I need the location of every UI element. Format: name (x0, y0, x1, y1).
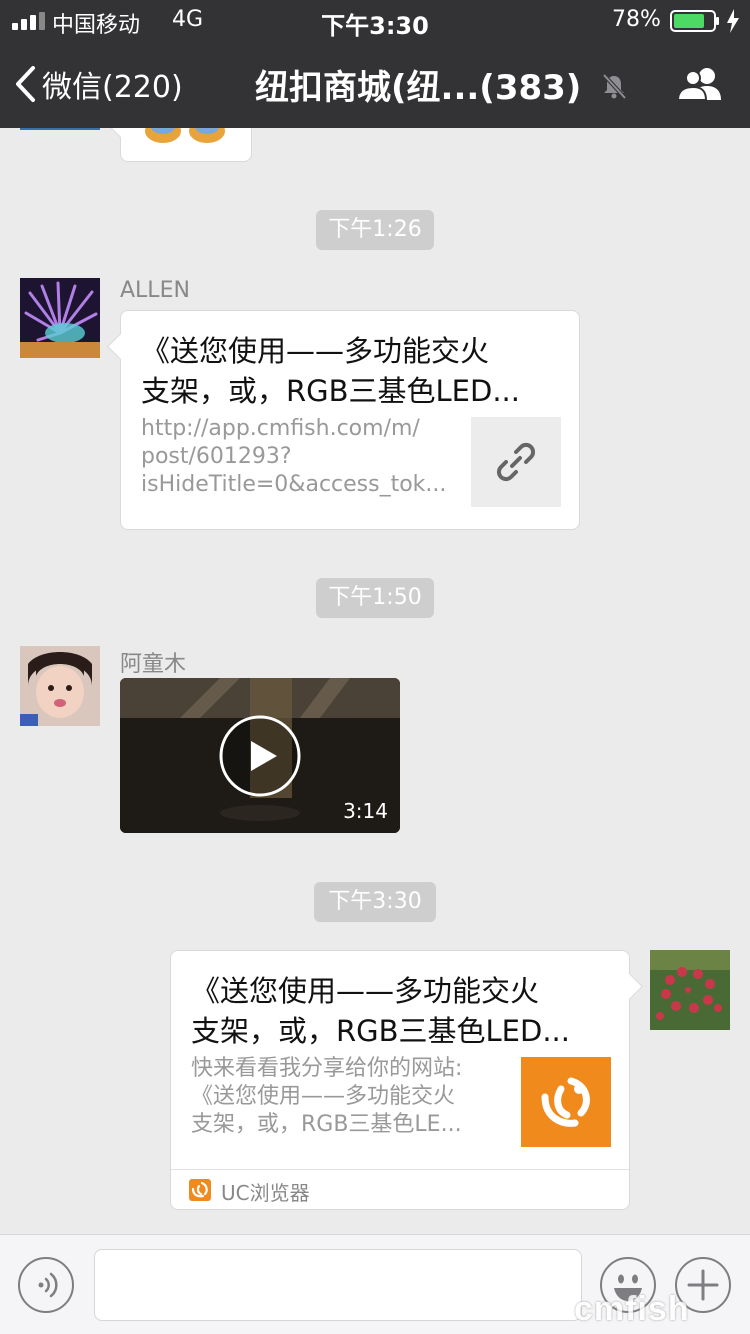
battery-icon (670, 10, 719, 32)
link-source-label: UC浏览器 (221, 1181, 310, 1205)
link-card-message[interactable]: 《送您使用——多功能交火 支架，或，RGB三基色LED... http://ap… (120, 310, 580, 530)
link-source-footer: UC浏览器 (171, 1169, 629, 1209)
back-button[interactable]: 微信(220) (14, 62, 183, 106)
avatar[interactable] (20, 278, 100, 358)
link-description-line: post/601293? (141, 444, 292, 469)
link-description-line: 快来看看我分享给你的网站: (191, 1056, 463, 1081)
previous-message-bubble[interactable] (120, 128, 252, 162)
shared-link-message[interactable]: 《送您使用——多功能交火 支架，或，RGB三基色LED... 快来看看我分享给你… (170, 950, 630, 1210)
link-icon (496, 442, 536, 482)
timestamp: 下午3:30 (314, 882, 436, 922)
video-duration: 3:14 (343, 799, 388, 823)
sender-name: ALLEN (120, 278, 190, 303)
link-description-line: 《送您使用——多功能交火 (191, 1084, 456, 1109)
link-title-line: 《送您使用——多功能交火 (141, 334, 490, 368)
link-title-line: 《送您使用——多功能交火 (191, 974, 540, 1008)
link-description-line: http://app.cmfish.com/m/ (141, 416, 420, 441)
battery-percentage: 78% (612, 7, 661, 32)
group-members-icon[interactable] (676, 66, 724, 102)
voice-icon (38, 1272, 58, 1298)
back-label: 微信(220) (42, 70, 183, 105)
sender-name: 阿童木 (120, 652, 187, 677)
nav-bar: 微信(220) 纽扣商城(纽...(383) (0, 40, 750, 128)
watermark: cmfish (574, 1290, 690, 1328)
chat-title: 纽扣商城(纽...(383) (255, 68, 582, 108)
link-thumbnail (471, 417, 561, 507)
link-title-line: 支架，或，RGB三基色LED... (191, 1014, 570, 1048)
timestamp: 下午1:26 (316, 210, 434, 250)
chevron-left-icon (16, 66, 35, 102)
child-avatar-image (20, 646, 100, 726)
flower-avatar-image (650, 950, 730, 1030)
uc-browser-logo-icon (541, 1077, 590, 1127)
link-description-line: isHideTitle=0&access_tok... (141, 472, 447, 497)
coral-avatar-image (20, 278, 100, 358)
play-icon[interactable] (219, 715, 301, 797)
avatar[interactable] (20, 646, 100, 726)
header: 中国移动 4G 下午3:30 78% 微信(220) 纽扣商城(纽...(383… (0, 0, 750, 128)
avatar[interactable] (20, 128, 100, 130)
mute-bell-icon (602, 73, 627, 100)
charging-icon (727, 9, 739, 33)
chat-area[interactable]: 下午1:26 ALLEN 《送您使用——多功能交火 支架，或，RGB三基色LED… (0, 128, 750, 1234)
uc-browser-thumbnail (521, 1057, 611, 1147)
link-title-line: 支架，或，RGB三基色LED... (141, 374, 520, 408)
message-input[interactable] (94, 1249, 582, 1321)
timestamp: 下午1:50 (316, 578, 434, 618)
status-bar: 中国移动 4G 下午3:30 78% (0, 0, 750, 40)
emoji-icon (145, 128, 225, 143)
my-avatar[interactable] (650, 950, 730, 1030)
video-message[interactable]: 3:14 (120, 678, 400, 833)
uc-browser-icon (189, 1179, 211, 1201)
voice-input-button[interactable] (18, 1257, 74, 1313)
link-description-line: 支架，或，RGB三基色LE... (191, 1112, 462, 1137)
